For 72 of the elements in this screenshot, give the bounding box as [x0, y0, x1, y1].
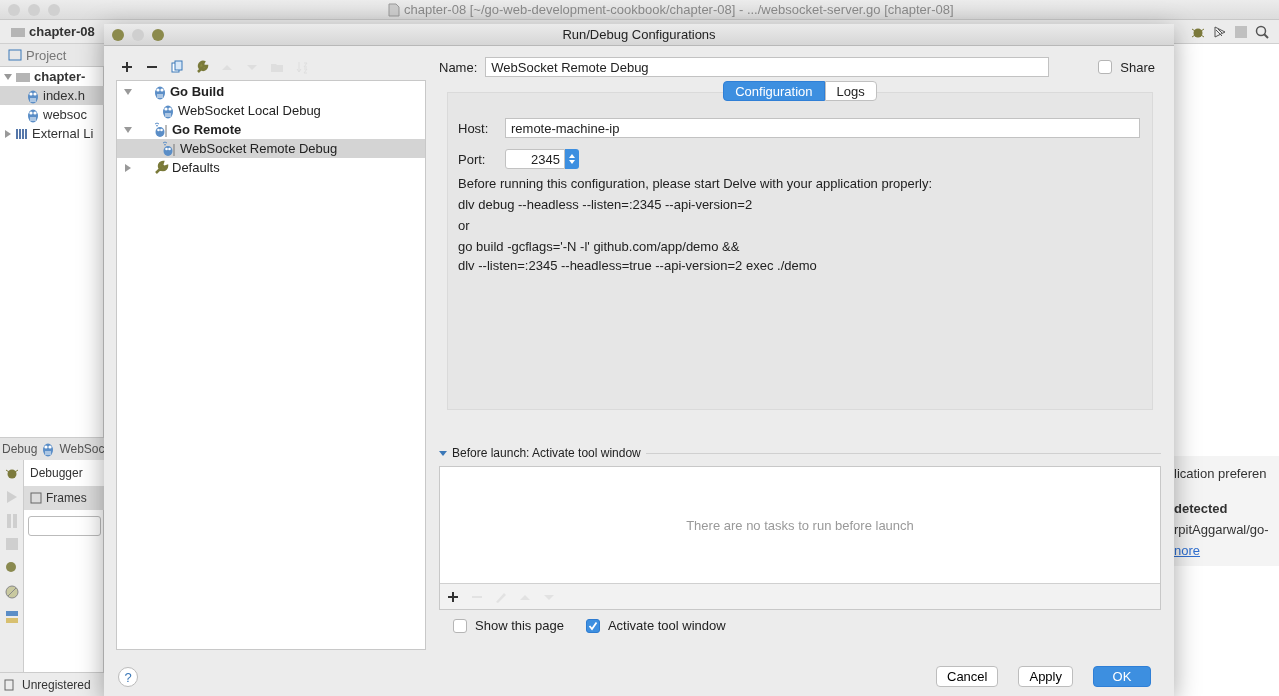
notification-text: lication preferen	[1174, 466, 1268, 481]
instruction-text: Before running this configuration, please start Delve with your application properly:	[458, 175, 934, 193]
layout-icon	[4, 610, 19, 624]
status-icon	[4, 678, 14, 691]
pause-icon	[5, 514, 18, 528]
name-field[interactable]: WebSocket Remote Debug	[485, 57, 1050, 77]
notification-text: rpitAggarwal/go-	[1174, 522, 1270, 537]
breadcrumb[interactable]: chapter-08	[29, 24, 95, 39]
notification-title: detected	[1174, 501, 1229, 516]
instruction-text: go build -gcflags='-N -l' github.com/app/demo &&	[458, 238, 741, 256]
wrench-icon	[153, 159, 169, 176]
status-text: Unregistered	[22, 677, 91, 692]
checkbox[interactable]	[1098, 60, 1113, 74]
remote-gopher-icon	[161, 140, 177, 157]
wrench-icon[interactable]	[195, 60, 209, 74]
mute-icon	[3, 584, 20, 600]
section-title[interactable]: Before launch: Activate tool window	[452, 446, 641, 460]
add-icon[interactable]	[120, 60, 134, 74]
breakpoints-icon	[4, 560, 19, 574]
host-field[interactable]: remote-machine-ip	[505, 118, 1140, 138]
instruction-text: dlv --listen=:2345 --headless=true --api-version=2 exec ./demo	[458, 257, 818, 274]
window-control[interactable]	[152, 29, 164, 41]
window-control[interactable]	[132, 29, 144, 41]
tree-item[interactable]: Go Remote	[172, 122, 242, 137]
project-icon	[8, 48, 22, 62]
dialog-button[interactable]: Cancel	[936, 666, 999, 687]
tree-item[interactable]: websoc	[43, 107, 88, 122]
field-label: Host:	[458, 120, 490, 136]
check-icon	[587, 620, 598, 631]
panel-title: Debug	[2, 442, 38, 456]
empty-message: There are no tasks to run before launch	[686, 517, 914, 533]
tree-item[interactable]: External Li	[32, 126, 94, 141]
folder-icon	[10, 25, 26, 38]
checkbox-label: Show this page	[475, 618, 564, 633]
frames-label: Frames	[46, 491, 87, 505]
window-control[interactable]	[28, 3, 40, 16]
copy-icon[interactable]	[170, 60, 184, 74]
help-button[interactable]: ?	[118, 667, 138, 687]
tree-item[interactable]: Defaults	[172, 160, 220, 175]
window-control[interactable]	[48, 3, 60, 16]
stop-icon	[1235, 25, 1247, 38]
thread-dropdown[interactable]	[28, 516, 101, 536]
resume-icon	[4, 490, 19, 504]
field-label: Port:	[458, 151, 487, 167]
window-control[interactable]	[112, 29, 124, 41]
instruction-text: dlv debug --headless --listen=:2345 --api-version=2	[458, 196, 754, 214]
checkbox[interactable]	[585, 618, 600, 633]
search-icon	[1255, 24, 1269, 39]
add-icon[interactable]	[446, 589, 460, 604]
gopher-icon	[41, 441, 56, 457]
checkbox-label: Activate tool window	[607, 618, 726, 633]
folder-icon	[15, 70, 31, 83]
stop-icon	[5, 538, 18, 550]
dialog-button[interactable]: Apply	[1018, 666, 1073, 687]
session-tab[interactable]: WebSoc	[59, 442, 105, 456]
tree-item[interactable]: WebSocket Local Debug	[178, 103, 321, 118]
frames-icon	[30, 492, 42, 504]
more-link[interactable]: nore	[1174, 543, 1279, 558]
stepper-icon	[568, 153, 576, 165]
tree-item[interactable]: Go Build	[170, 84, 225, 99]
checkbox[interactable]	[453, 618, 467, 633]
window-control[interactable]	[8, 3, 20, 16]
tab[interactable]: Logs	[824, 81, 877, 101]
library-icon	[15, 127, 29, 140]
dialog-title: Run/Debug Configurations	[562, 27, 716, 42]
window-title: chapter-08 [~/go-web-development-cookbook/chapter-08] - .../websocket-server.go [chapter-08]	[404, 2, 954, 17]
field-label: Name:	[439, 59, 478, 75]
tree-item[interactable]: chapter-	[34, 69, 86, 84]
remote-gopher-icon	[153, 121, 169, 138]
instruction-text: or	[458, 217, 471, 235]
checkbox-label: Share	[1120, 59, 1155, 75]
coverage-icon	[1213, 24, 1227, 39]
